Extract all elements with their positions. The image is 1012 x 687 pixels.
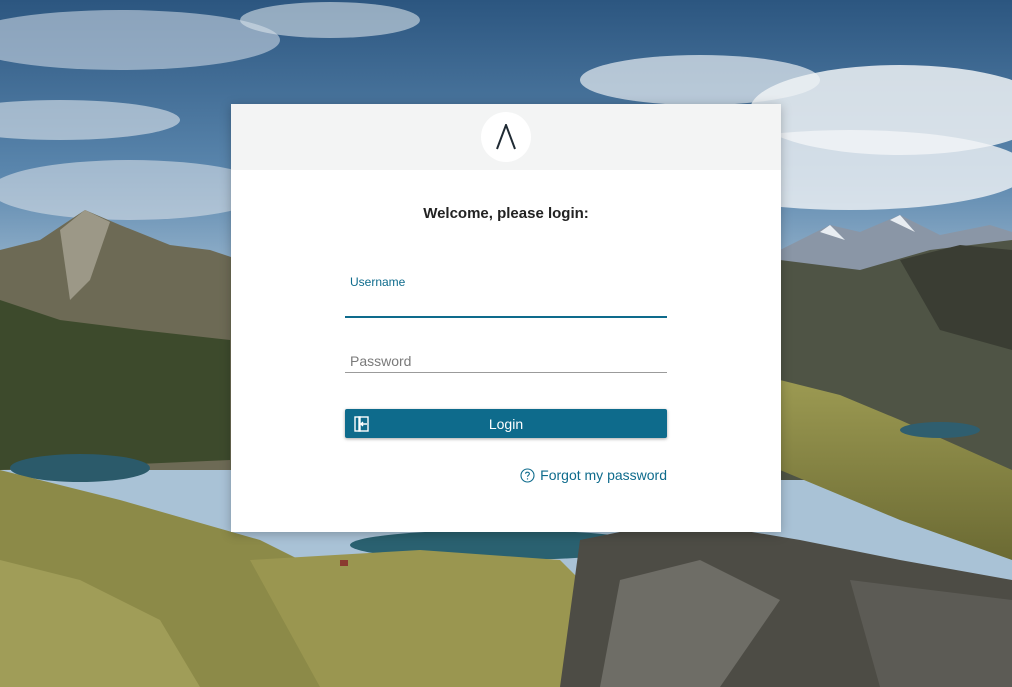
forgot-password-link[interactable]: Forgot my password <box>520 467 667 483</box>
username-field[interactable]: Username <box>345 274 667 318</box>
login-door-icon <box>354 416 369 432</box>
login-card: Welcome, please login: Username Login Fo… <box>231 104 781 532</box>
login-button[interactable]: Login <box>345 409 667 438</box>
password-field[interactable] <box>345 350 667 373</box>
username-label: Username <box>350 275 406 289</box>
forgot-password-label: Forgot my password <box>540 467 667 483</box>
password-input[interactable] <box>350 353 660 369</box>
help-circle-icon <box>520 467 535 483</box>
welcome-heading: Welcome, please login: <box>423 205 589 222</box>
logo <box>481 112 531 162</box>
card-header <box>231 104 781 170</box>
lambda-logo-icon <box>496 124 516 150</box>
login-button-label: Login <box>488 415 524 432</box>
username-input[interactable] <box>350 296 660 312</box>
